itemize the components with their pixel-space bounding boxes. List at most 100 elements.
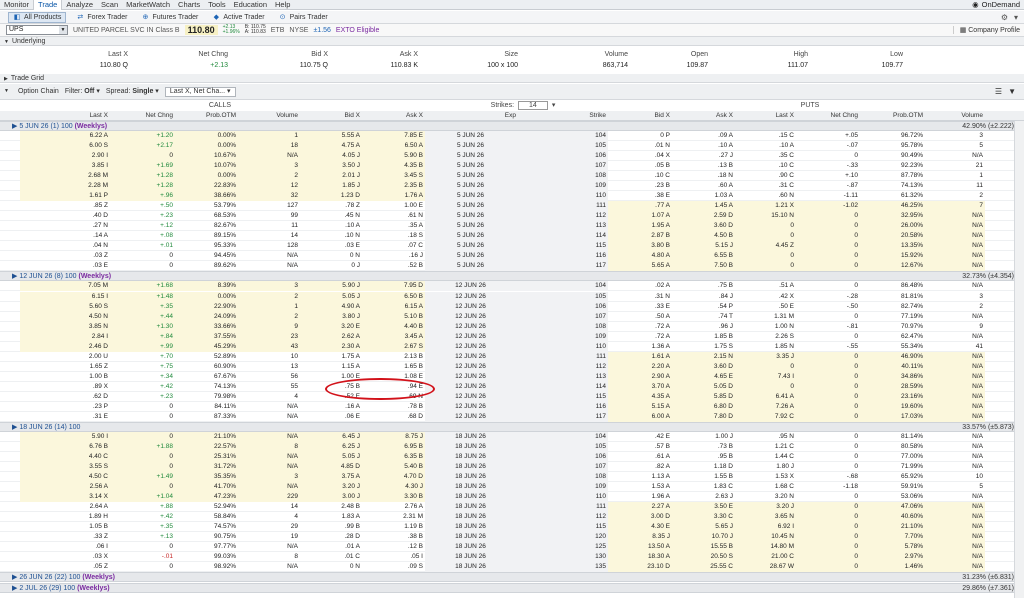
cell-ask-x[interactable]: 2.59 D: [672, 211, 735, 222]
cell-ask-x[interactable]: 4.65 E: [672, 371, 735, 382]
symbol-input[interactable]: UPS ▼: [6, 25, 68, 35]
menu-item-monitor[interactable]: Monitor: [0, 0, 33, 10]
option-row[interactable]: .03 Z 0 94.45% N/A 0 N .16 J5 JUN 26 116 4.80 A…: [0, 251, 1024, 262]
option-row[interactable]: 3.14 X +1.04 47.23% 229 3.00 J 3.30 B 18 JUN 2…: [0, 492, 1024, 503]
cell-bid-x[interactable]: 1.96 A: [608, 492, 672, 502]
cell-ask-x[interactable]: 1.00 E: [362, 201, 425, 211]
layout-select[interactable]: Last X, Net Cha... ▾: [164, 86, 236, 97]
cell-bid-x[interactable]: 4.35 A: [608, 391, 672, 402]
menu-item-help[interactable]: Help: [271, 0, 294, 10]
cell-ask-x[interactable]: 2.31 M: [362, 512, 425, 522]
cell-ask-x[interactable]: 25.55 C: [672, 562, 735, 573]
cell-bid-x[interactable]: .01 N: [608, 141, 672, 151]
cell-ask-x[interactable]: .10 A: [672, 141, 735, 151]
cell-ask-x[interactable]: 15.55 B: [672, 542, 735, 553]
cell-ask-x[interactable]: 2.13 B: [362, 352, 425, 362]
option-row[interactable]: 2.90 I 0 10.67% N/A 4.05 J 5.90 B5 JUN 26 106.…: [0, 151, 1024, 162]
cell-ask-x[interactable]: 3.30 C: [672, 512, 735, 523]
option-row[interactable]: .85 Z +.50 53.79% 127.78 Z 1.00 E5 JUN 26 111…: [0, 201, 1024, 212]
company-profile-button[interactable]: ▦ Company Profile: [952, 26, 1020, 34]
cell-bid-x[interactable]: 1.85 J: [300, 181, 362, 192]
cell-ask-x[interactable]: .96 J: [672, 322, 735, 332]
collapse-triangle-icon[interactable]: ▼: [4, 87, 9, 96]
expiration-row[interactable]: ▶ 2 JUL 26 (29) 100 (Weeklys) 29.86% (±7.…: [0, 583, 1024, 594]
cell-bid-x[interactable]: .99 B: [300, 522, 362, 532]
cell-bid-x[interactable]: 3.20 J: [300, 482, 362, 493]
cell-bid-x[interactable]: 2.20 A: [608, 361, 672, 372]
cell-bid-x[interactable]: 1.53 A: [608, 482, 672, 492]
cell-ask-x[interactable]: .09 S: [362, 562, 425, 572]
option-row[interactable]: 2.56 A 0 41.70% N/A 3.20 J 4.30 J 18 JUN 26 109…: [0, 482, 1024, 493]
cell-bid-x[interactable]: .03 E: [300, 241, 362, 251]
col-header-volume[interactable]: Volume: [238, 111, 300, 121]
cell-bid-x[interactable]: .28 D: [300, 532, 362, 542]
cell-bid-x[interactable]: 0 J: [300, 261, 362, 271]
cell-ask-x[interactable]: 1.75 S: [672, 342, 735, 352]
menu-item-marketwatch[interactable]: MarketWatch: [122, 0, 174, 10]
filter-control[interactable]: Filter: Off ▾: [65, 87, 100, 96]
cell-ask-x[interactable]: 5.05 D: [672, 381, 735, 392]
option-row[interactable]: 3.85 I +1.69 10.07% 3 3.50 J 4.35 B5 JUN 26 10…: [0, 161, 1024, 172]
exto-tag[interactable]: EXTO Eligible: [336, 27, 379, 34]
cell-ask-x[interactable]: 5.90 B: [362, 151, 425, 162]
option-row[interactable]: 1.05 B +.35 74.57% 29.99 B 1.19 B 18 JUN 26 11…: [0, 522, 1024, 533]
cell-bid-x[interactable]: 2.01 J: [300, 171, 362, 182]
cell-ask-x[interactable]: 3.50 E: [672, 502, 735, 513]
cell-bid-x[interactable]: 0 N: [300, 562, 362, 572]
cell-bid-x[interactable]: 5.65 A: [608, 261, 672, 272]
cell-ask-x[interactable]: 1.19 B: [362, 522, 425, 532]
cell-ask-x[interactable]: .84 J: [672, 292, 735, 302]
cell-ask-x[interactable]: 5.15 J: [672, 241, 735, 252]
cell-bid-x[interactable]: .57 B: [608, 442, 672, 452]
col-header-ask-x[interactable]: Ask X: [362, 111, 425, 121]
cell-bid-x[interactable]: 6.45 J: [300, 431, 362, 442]
cell-ask-x[interactable]: .73 B: [672, 442, 735, 452]
cell-ask-x[interactable]: 2.63 J: [672, 492, 735, 502]
cell-ask-x[interactable]: 3.45 S: [362, 171, 425, 182]
cell-ask-x[interactable]: 1.83 C: [672, 482, 735, 492]
option-row[interactable]: 3.55 S 0 31.72% N/A 4.85 D 5.40 B 18 JUN 26 107…: [0, 462, 1024, 473]
cell-ask-x[interactable]: 3.30 B: [362, 492, 425, 503]
cell-bid-x[interactable]: 1.75 A: [300, 352, 362, 362]
cell-bid-x[interactable]: 1.61 A: [608, 351, 672, 362]
cell-bid-x[interactable]: 3.20 E: [300, 321, 362, 332]
cell-ask-x[interactable]: .75 B: [672, 281, 735, 291]
cell-ask-x[interactable]: 7.50 B: [672, 261, 735, 272]
option-row[interactable]: 3.85 N +1.30 33.66% 9 3.20 E 4.40 B 12 JUN 26 1…: [0, 321, 1024, 332]
cell-bid-x[interactable]: 1.83 A: [300, 512, 362, 522]
cell-ask-x[interactable]: 6.15 A: [362, 301, 425, 312]
cell-ask-x[interactable]: 2.67 S: [362, 341, 425, 352]
option-row[interactable]: 6.76 B +1.88 22.57% 8 6.25 J 6.95 B 18 JUN 26 1…: [0, 441, 1024, 452]
expiration-row[interactable]: ▶ 12 JUN 26 (8) 100 (Weeklys) 32.73% (±4.…: [0, 271, 1024, 282]
option-row[interactable]: .23 P 0 84.11% N/A .16 A .78 B 12 JUN 26 116 5.1…: [0, 401, 1024, 412]
col-header-prob-otm[interactable]: Prob.OTM: [860, 111, 925, 121]
cell-ask-x[interactable]: 3.60 D: [672, 361, 735, 372]
cell-bid-x[interactable]: 3.80 B: [608, 241, 672, 252]
cell-bid-x[interactable]: .10 C: [608, 171, 672, 181]
cell-ask-x[interactable]: 4.40 B: [362, 321, 425, 332]
cell-ask-x[interactable]: 1.55 B: [672, 472, 735, 482]
option-row[interactable]: 7.05 M +1.68 8.39% 3 5.90 J 7.95 D 12 JUN 26 10…: [0, 281, 1024, 292]
cell-bid-x[interactable]: 5.05 J: [300, 291, 362, 302]
cell-ask-x[interactable]: 3.45 A: [362, 331, 425, 342]
cell-bid-x[interactable]: 5.90 J: [300, 281, 362, 292]
cell-ask-x[interactable]: 1.45 A: [672, 201, 735, 212]
cell-bid-x[interactable]: 2.30 A: [300, 341, 362, 352]
cell-bid-x[interactable]: .16 A: [300, 402, 362, 412]
cell-ask-x[interactable]: .52 B: [362, 261, 425, 271]
cell-ask-x[interactable]: .05 I: [362, 552, 425, 562]
cell-ask-x[interactable]: 2.76 A: [362, 502, 425, 512]
option-row[interactable]: .89 X +.42 74.13% 55.75 B .94 E 12 JUN 26 114 3…: [0, 381, 1024, 392]
cell-ask-x[interactable]: .95 B: [672, 452, 735, 462]
cell-bid-x[interactable]: 4.90 A: [300, 301, 362, 312]
expiration-row[interactable]: ▶ 5 JUN 26 (1) 100 (Weeklys) 42.90% (±2.2…: [0, 121, 1024, 131]
cell-bid-x[interactable]: .01 C: [300, 552, 362, 562]
option-row[interactable]: 1.00 B +.34 67.67% 56 1.00 E 1.08 E 12 JUN 26 1…: [0, 371, 1024, 382]
trade-grid-header[interactable]: ▶ Trade Grid: [0, 74, 1024, 83]
menu-icon[interactable]: ☰: [995, 87, 1002, 96]
cell-bid-x[interactable]: 4.80 A: [608, 251, 672, 262]
cell-bid-x[interactable]: 4.85 D: [300, 462, 362, 473]
cell-bid-x[interactable]: 13.50 A: [608, 542, 672, 553]
chevron-down-icon[interactable]: ▾: [552, 100, 556, 111]
cell-ask-x[interactable]: 6.50 B: [362, 291, 425, 302]
